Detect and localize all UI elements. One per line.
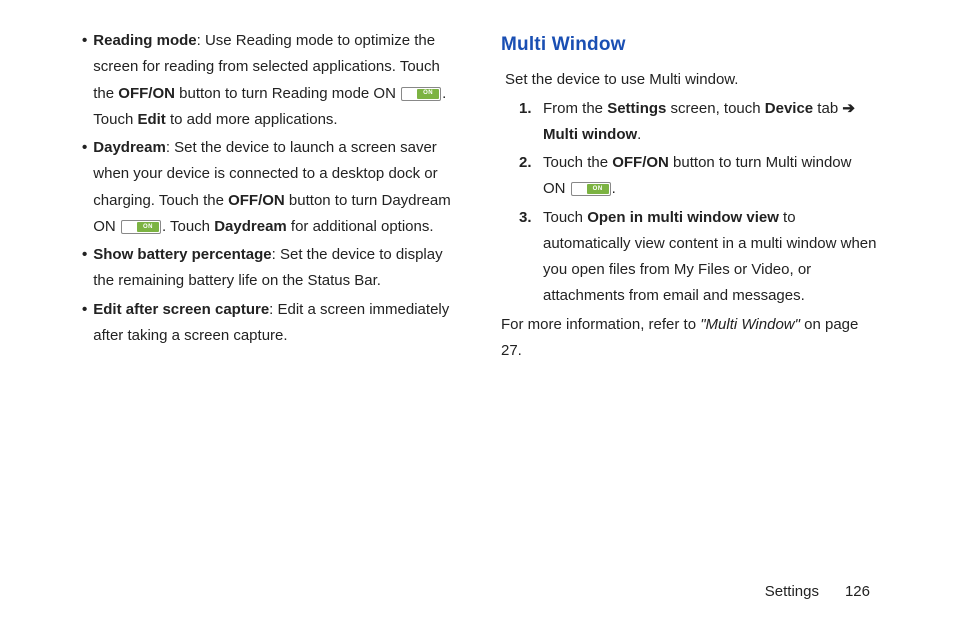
step-3: 3. Touch Open in multi window view to au… [501, 205, 878, 310]
text: screen, touch [666, 100, 764, 117]
arrow-right-icon: ➔ [842, 100, 855, 117]
step-number: 3. [519, 205, 543, 310]
text-bold: OFF/ON [118, 85, 175, 102]
page-footer: Settings 126 [765, 583, 870, 600]
bullet-list: • Reading mode: Use Reading mode to opti… [76, 28, 453, 349]
bullet-title: Reading mode [93, 32, 196, 49]
toggle-on-label: ON [137, 222, 159, 232]
text: . [612, 180, 616, 197]
text-bold: Multi window [543, 126, 637, 143]
right-column: Multi Window Set the device to use Multi… [501, 28, 878, 364]
step-body: Touch the OFF/ON button to turn Multi wi… [543, 150, 878, 203]
text: . Touch [162, 218, 214, 235]
reference-link: "Multi Window" [700, 316, 800, 333]
bullet-body: Edit after screen capture: Edit a screen… [93, 297, 453, 350]
step-number: 2. [519, 150, 543, 203]
step-body: Touch Open in multi window view to autom… [543, 205, 878, 310]
footer-page-number: 126 [845, 583, 870, 600]
numbered-list: 1. From the Settings screen, touch Devic… [501, 96, 878, 310]
page-columns: • Reading mode: Use Reading mode to opti… [76, 28, 878, 364]
toggle-on-icon: ON [571, 182, 611, 196]
step-1: 1. From the Settings screen, touch Devic… [501, 96, 878, 149]
text: . [637, 126, 641, 143]
bullet-dot-icon: • [76, 28, 93, 133]
section-heading: Multi Window [501, 28, 878, 61]
text-bold: Settings [607, 100, 666, 117]
text-bold: Edit [137, 111, 165, 128]
left-column: • Reading mode: Use Reading mode to opti… [76, 28, 453, 364]
bullet-item-daydream: • Daydream: Set the device to launch a s… [76, 135, 453, 240]
bullet-title: Show battery percentage [93, 246, 271, 263]
step-body: From the Settings screen, touch Device t… [543, 96, 878, 149]
text-bold: Daydream [214, 218, 287, 235]
text-bold: Device [765, 100, 813, 117]
text-bold: OFF/ON [228, 192, 285, 209]
text-bold: OFF/ON [612, 154, 669, 171]
text: From the [543, 100, 607, 117]
bullet-body: Daydream: Set the device to launch a scr… [93, 135, 453, 240]
bullet-body: Reading mode: Use Reading mode to optimi… [93, 28, 453, 133]
bullet-dot-icon: • [76, 135, 93, 240]
text-bold: Open in multi window view [587, 209, 779, 226]
bullet-item-reading-mode: • Reading mode: Use Reading mode to opti… [76, 28, 453, 133]
bullet-item-edit-capture: • Edit after screen capture: Edit a scre… [76, 297, 453, 350]
closing-text: For more information, refer to "Multi Wi… [501, 312, 878, 365]
bullet-title: Edit after screen capture [93, 301, 269, 318]
bullet-dot-icon: • [76, 297, 93, 350]
text: tab [813, 100, 842, 117]
footer-section: Settings [765, 583, 819, 600]
bullet-body: Show battery percentage: Set the device … [93, 242, 453, 295]
bullet-item-battery: • Show battery percentage: Set the devic… [76, 242, 453, 295]
toggle-on-label: ON [417, 89, 439, 99]
text: Touch the [543, 154, 612, 171]
intro-text: Set the device to use Multi window. [501, 67, 878, 93]
bullet-dot-icon: • [76, 242, 93, 295]
text: Touch [543, 209, 587, 226]
toggle-on-icon: ON [121, 220, 161, 234]
toggle-on-icon: ON [401, 87, 441, 101]
text: button to turn Reading mode ON [175, 85, 400, 102]
step-2: 2. Touch the OFF/ON button to turn Multi… [501, 150, 878, 203]
step-number: 1. [519, 96, 543, 149]
text: to add more applications. [166, 111, 338, 128]
bullet-title: Daydream [93, 139, 166, 156]
toggle-on-label: ON [587, 184, 609, 194]
text: For more information, refer to [501, 316, 700, 333]
text: for additional options. [287, 218, 434, 235]
